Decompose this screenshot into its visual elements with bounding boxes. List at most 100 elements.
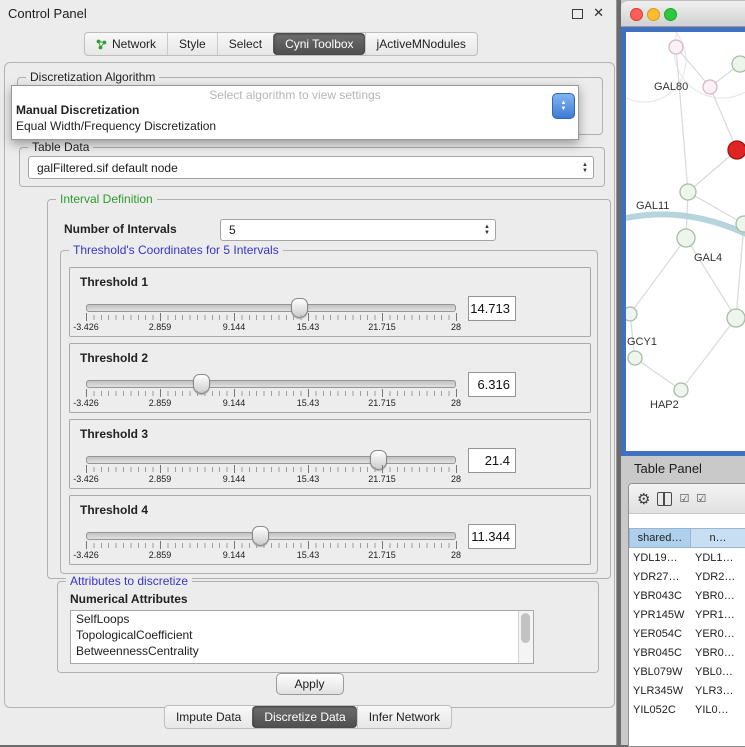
threshold-label: Threshold 2 [80, 351, 148, 365]
slider-track[interactable] [86, 304, 456, 312]
threshold-panel-2: Threshold 2-3.4262.8599.14415.4321.71528… [69, 343, 591, 413]
slider-major-tick [382, 541, 383, 549]
tab-style[interactable]: Style [167, 33, 217, 55]
apply-button[interactable]: Apply [276, 673, 344, 695]
tick-label: 15.43 [297, 550, 320, 560]
threshold-slider[interactable]: -3.4262.8599.14415.4321.71528 [86, 378, 456, 408]
table-row[interactable]: YDR27…YDR2… [629, 567, 745, 586]
threshold-panel-1: Threshold 1-3.4262.8599.14415.4321.71528… [69, 267, 591, 337]
minimize-traffic-light-icon[interactable] [647, 8, 660, 21]
threshold-slider[interactable]: -3.4262.8599.14415.4321.71528 [86, 302, 456, 332]
selected-node[interactable] [728, 141, 745, 159]
close-icon[interactable]: ✕ [593, 5, 604, 21]
thresholds-group: Threshold's Coordinates for 5 Intervals … [60, 250, 598, 574]
slider-major-tick [86, 465, 87, 473]
algorithm-combo-stepper-icon[interactable]: ▲ ▼ [552, 93, 575, 119]
table-row[interactable]: YBR045CYBR0… [629, 643, 745, 662]
cell-name: YBR0… [691, 647, 745, 659]
network-node[interactable] [703, 80, 717, 94]
float-window-icon[interactable] [572, 9, 583, 19]
scrollbar[interactable] [518, 611, 533, 663]
gear-icon[interactable]: ⚙ [637, 490, 650, 508]
group-label: Discretization Algorithm [26, 70, 159, 84]
number-of-intervals-label: Number of Intervals [64, 222, 177, 236]
tab-impute-data[interactable]: Impute Data [165, 706, 252, 728]
algorithm-option-manual[interactable]: Manual Discretization [12, 102, 578, 118]
numerical-attributes-label: Numerical Attributes [70, 592, 188, 606]
table-row[interactable]: YDL19…YDL1… [629, 548, 745, 567]
network-edge[interactable] [688, 150, 737, 192]
network-node[interactable] [628, 351, 642, 365]
close-traffic-light-icon[interactable] [630, 8, 643, 21]
slider-track[interactable] [86, 532, 456, 540]
slider-ticks [86, 391, 456, 396]
checkbox-icon[interactable]: ☑ [696, 492, 706, 505]
table-row[interactable]: YIL052CYIL0… [629, 700, 745, 719]
window-title: Control Panel [8, 6, 87, 21]
numerical-attribute-item[interactable]: SelfLoops [71, 611, 533, 627]
network-node[interactable] [674, 383, 688, 397]
table-row[interactable]: YPR145WYPR1… [629, 605, 745, 624]
slider-major-tick [382, 389, 383, 397]
network-edge[interactable] [686, 238, 736, 318]
scrollbar-thumb[interactable] [521, 613, 530, 643]
slider-ticks [86, 467, 456, 472]
slider-track[interactable] [86, 380, 456, 388]
tab-select[interactable]: Select [217, 33, 273, 55]
node-label: HAP2 [650, 399, 679, 411]
network-edge[interactable] [630, 238, 686, 314]
algorithm-option-equal-width[interactable]: Equal Width/Frequency Discretization [12, 118, 578, 134]
table-row[interactable]: YER054CYER0… [629, 624, 745, 643]
table-row[interactable]: YLR345WYLR3… [629, 681, 745, 700]
column-header-shared-name[interactable]: shared… [629, 528, 691, 548]
columns-icon[interactable] [657, 492, 672, 506]
network-view[interactable]: GAL80GAL11GAL4GCY1HAP2 [621, 27, 745, 456]
threshold-value-field[interactable]: 21.4 [468, 448, 516, 473]
cell-shared-name: YDR27… [629, 571, 691, 583]
cell-name: YPR1… [691, 609, 745, 621]
numerical-attribute-item[interactable]: BetweennessCentrality [71, 643, 533, 659]
cell-name: YER0… [691, 628, 745, 640]
network-edge[interactable] [736, 224, 744, 318]
tick-label: 15.43 [297, 322, 320, 332]
table-row[interactable]: YBR043CYBR0… [629, 586, 745, 605]
network-edge[interactable] [681, 318, 736, 390]
slider-track[interactable] [86, 456, 456, 464]
network-node[interactable] [732, 56, 745, 72]
tab-discretize-data[interactable]: Discretize Data [252, 706, 356, 728]
cell-shared-name: YER054C [629, 628, 691, 640]
tab-infer-network[interactable]: Infer Network [357, 706, 451, 728]
network-node[interactable] [680, 184, 696, 200]
network-node[interactable] [677, 229, 695, 247]
zoom-traffic-light-icon[interactable] [664, 8, 677, 21]
tab-label: Select [229, 37, 262, 51]
threshold-value-field[interactable]: 6.316 [468, 372, 516, 397]
column-header-name[interactable]: n… [691, 528, 745, 548]
tab-network[interactable]: Network [85, 33, 167, 55]
tick-label: 9.144 [223, 550, 246, 560]
network-node[interactable] [669, 40, 683, 54]
tab-jactivemnodules[interactable]: jActiveMNodules [365, 33, 477, 55]
table-header-row: shared… n… [629, 528, 745, 548]
tick-label: 28 [451, 322, 461, 332]
threshold-slider[interactable]: -3.4262.8599.14415.4321.71528 [86, 530, 456, 560]
threshold-value-field[interactable]: 14.713 [468, 296, 516, 321]
tick-label: 2.859 [149, 474, 172, 484]
number-of-intervals-select[interactable]: 5 ▲ ▼ [220, 219, 496, 241]
table-data-select[interactable]: galFiltered.sif default node ▲ ▼ [28, 156, 594, 179]
network-edge[interactable] [676, 47, 688, 192]
group-label: Attributes to discretize [66, 574, 192, 588]
checkbox-icon[interactable]: ☑ [679, 492, 689, 505]
tab-cyni-toolbox[interactable]: Cyni Toolbox [273, 33, 364, 55]
network-node[interactable] [727, 309, 745, 327]
tick-label: 15.43 [297, 398, 320, 408]
control-panel-window: Control Panel ✕ NetworkStyle Select Cyni T… [0, 0, 617, 745]
numerical-attribute-item[interactable]: TopologicalCoefficient [71, 627, 533, 643]
slider-major-tick [456, 313, 457, 321]
network-node[interactable] [626, 307, 637, 321]
threshold-value-field[interactable]: 11.344 [468, 524, 516, 549]
tick-label: 9.144 [223, 398, 246, 408]
table-row[interactable]: YBL079WYBL0… [629, 662, 745, 681]
network-edge[interactable] [635, 358, 681, 390]
threshold-slider[interactable]: -3.4262.8599.14415.4321.71528 [86, 454, 456, 484]
